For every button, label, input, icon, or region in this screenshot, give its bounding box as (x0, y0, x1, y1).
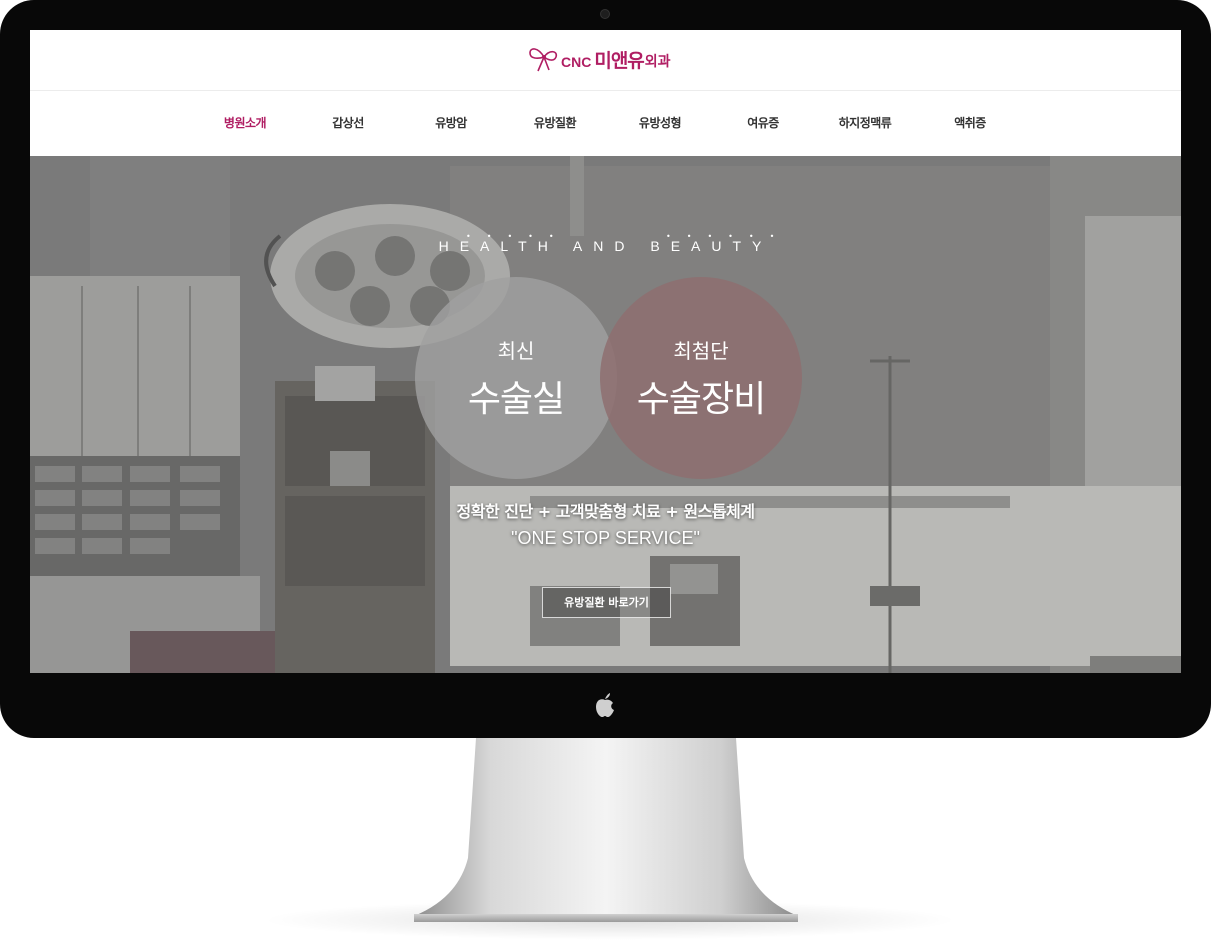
hero-tagline-service: "ONE STOP SERVICE" (511, 528, 700, 548)
nav-item-thyroid[interactable]: 갑상선 (296, 91, 400, 156)
monitor-stand (414, 738, 798, 922)
camera-icon (600, 9, 610, 19)
website-screen: CNC 미앤유 외과 병원소개 갑상선 유방암 유방질환 유방성형 여유증 하지… (30, 30, 1181, 673)
circle-left-small-label: 최신 (497, 338, 535, 363)
monitor-frame: CNC 미앤유 외과 병원소개 갑상선 유방암 유방질환 유방성형 여유증 하지… (0, 0, 1211, 738)
circle-left-big-label: 수술실 (467, 378, 565, 420)
nav-item-gynecomastia[interactable]: 여유증 (711, 91, 815, 156)
apple-icon (596, 693, 614, 717)
circle-right-small-label: 최첨단 (673, 338, 729, 363)
nav-item-breast-disease[interactable]: 유방질환 (503, 91, 607, 156)
circle-advanced-equipment: 최첨단 수술장비 (600, 277, 802, 479)
ribbon-icon (529, 48, 558, 72)
nav-item-breast-surgery[interactable]: 유방성형 (608, 91, 712, 156)
nav-item-about[interactable]: 병원소개 (193, 91, 297, 156)
hero-subtitle: HEALTH AND BEAUTY (438, 238, 773, 254)
circle-right-big-label: 수술장비 (636, 378, 766, 420)
nav-item-breast-cancer[interactable]: 유방암 (399, 91, 503, 156)
logo-prefix: CNC (561, 53, 592, 70)
breast-disease-link-button[interactable]: 유방질환 바로가기 (542, 587, 671, 618)
site-header: CNC 미앤유 외과 (30, 30, 1181, 91)
site-logo[interactable]: CNC 미앤유 외과 (528, 39, 671, 79)
hero-tagline: 정확한 진단 + 고객맞춤형 치료 + 원스톱체계 (456, 502, 755, 521)
hero-banner: ••••• •••••• HEALTH AND BEAUTY 최신 수술실 최첨… (30, 156, 1181, 673)
nav-item-osmidrosis[interactable]: 액취증 (918, 91, 1022, 156)
logo-suffix: 외과 (644, 54, 671, 70)
logo-name: 미앤유 (594, 49, 644, 72)
nav-item-varicose[interactable]: 하지정맥류 (813, 91, 917, 156)
main-nav: 병원소개 갑상선 유방암 유방질환 유방성형 여유증 하지정맥류 액취증 (30, 91, 1181, 156)
circle-latest-surgery-room: 최신 수술실 (415, 277, 617, 479)
